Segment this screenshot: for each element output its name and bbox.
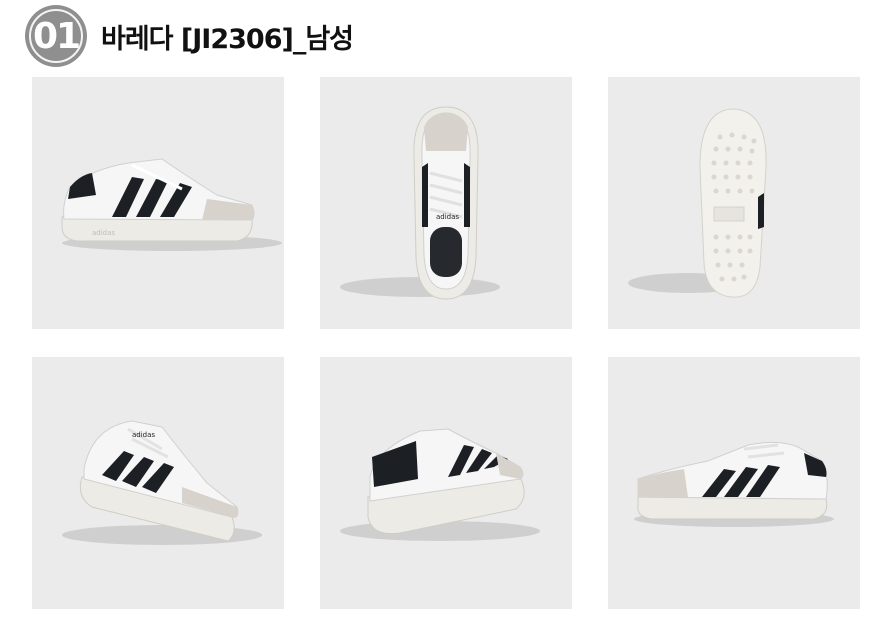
product-title: 바레다 [JI2306]_남성 [101, 23, 354, 55]
product-image-side[interactable]: adidas [32, 77, 284, 329]
section-header: 01 바레다 [JI2306]_남성 [25, 5, 354, 67]
shoe-rear-angle-illustration [340, 428, 540, 541]
product-image-top[interactable]: adidas [320, 77, 572, 329]
shoe-outsole-illustration [628, 108, 767, 298]
shoe-front-angle-illustration: adidas [62, 420, 262, 545]
shoe-side-illustration: adidas [61, 158, 282, 251]
section-number-badge: 01 [25, 5, 87, 67]
sole-logo-text: adidas [92, 229, 115, 237]
product-image-medial[interactable] [608, 357, 860, 609]
section-number: 01 [32, 15, 81, 57]
product-image-front-angle[interactable]: adidas [32, 357, 284, 609]
product-image-rear-angle[interactable] [320, 357, 572, 609]
tongue-logo-text: adidas [132, 431, 155, 439]
tongue-logo-text: adidas [436, 213, 459, 221]
shoe-top-illustration: adidas [340, 106, 500, 300]
shoe-medial-illustration [634, 441, 834, 527]
product-image-outsole[interactable] [608, 77, 860, 329]
